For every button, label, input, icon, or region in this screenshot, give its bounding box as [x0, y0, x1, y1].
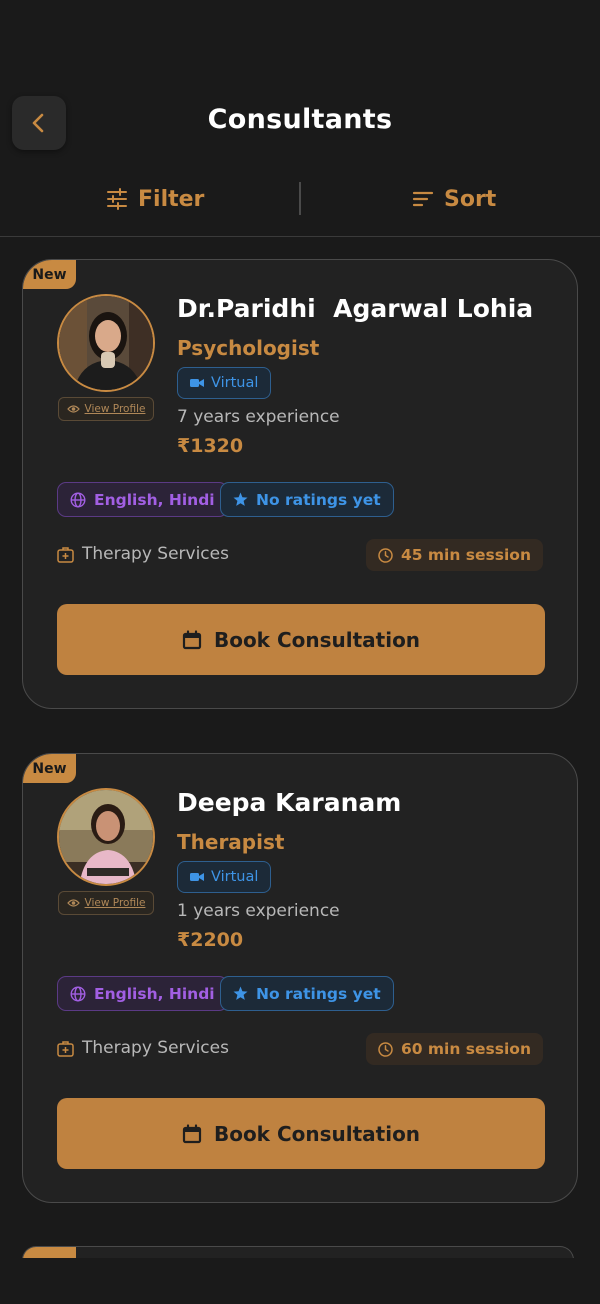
languages-chip: English, Hindi: [57, 976, 228, 1011]
video-camera-icon: [190, 379, 204, 387]
virtual-chip: Virtual: [177, 861, 272, 893]
languages-chip: English, Hindi: [57, 482, 228, 517]
filter-button[interactable]: Filter: [106, 184, 204, 214]
price: ₹2200: [177, 929, 244, 951]
sliders-icon: [107, 188, 127, 210]
consultant-card: New View Profile Dr.Paridhi Agarwal Lohi…: [22, 259, 578, 709]
medical-kit-icon: [57, 1040, 74, 1057]
new-badge: New: [23, 754, 76, 783]
rating-chip: No ratings yet: [220, 482, 394, 517]
star-icon: [233, 492, 248, 506]
page-title: Consultants: [207, 104, 393, 135]
session-chip: 45 min session: [365, 539, 543, 571]
view-profile-label: View Profile: [84, 403, 146, 415]
eye-icon: [66, 899, 80, 907]
rating-chip: No ratings yet: [220, 976, 394, 1011]
experience: 7 years experience: [177, 407, 340, 427]
view-profile-button[interactable]: View Profile: [58, 891, 154, 915]
star-icon: [233, 986, 248, 1000]
service-label: Therapy Services: [82, 544, 229, 564]
book-label: Book Consultation: [213, 627, 421, 652]
calendar-icon: [182, 1123, 202, 1143]
medical-kit-icon: [57, 546, 74, 563]
service-type: Therapy Services: [57, 544, 229, 564]
service-label: Therapy Services: [82, 1038, 229, 1058]
mode-label: Virtual: [211, 375, 259, 391]
sort-label: Sort: [444, 186, 497, 212]
clock-icon: [378, 547, 393, 563]
session-label: 60 min session: [400, 1040, 531, 1058]
calendar-icon: [182, 629, 202, 649]
rating-label: No ratings yet: [256, 984, 381, 1003]
globe-icon: [70, 985, 86, 1002]
consultant-role: Psychologist: [177, 336, 320, 360]
session-chip: 60 min session: [365, 1033, 543, 1065]
mode-label: Virtual: [211, 869, 259, 885]
new-badge: New: [23, 260, 76, 289]
avatar[interactable]: [57, 788, 155, 886]
experience: 1 years experience: [177, 901, 340, 921]
book-consultation-button[interactable]: Book Consultation: [57, 604, 545, 675]
rating-label: No ratings yet: [256, 490, 381, 509]
sort-button[interactable]: Sort: [412, 184, 496, 214]
sort-icon: [412, 191, 434, 207]
book-label: Book Consultation: [213, 1121, 421, 1146]
consultant-role: Therapist: [177, 830, 285, 854]
globe-icon: [70, 491, 86, 508]
consultant-card: New View Profile Deepa Karanam Therapist…: [22, 753, 578, 1203]
header: Consultants: [0, 0, 600, 160]
service-type: Therapy Services: [57, 1038, 229, 1058]
eye-icon: [66, 405, 80, 413]
consultant-name: Dr.Paridhi Agarwal Lohia: [177, 294, 534, 323]
session-label: 45 min session: [400, 546, 531, 564]
avatar[interactable]: [57, 294, 155, 392]
toolbar-divider: [299, 182, 301, 215]
bottom-area: [0, 1258, 600, 1304]
consultant-name: Deepa Karanam: [177, 788, 402, 817]
view-profile-label: View Profile: [84, 897, 146, 909]
video-camera-icon: [190, 873, 204, 881]
filter-label: Filter: [138, 186, 205, 212]
languages-label: English, Hindi: [94, 490, 215, 509]
virtual-chip: Virtual: [177, 367, 272, 399]
price: ₹1320: [177, 435, 244, 457]
clock-icon: [378, 1041, 393, 1057]
languages-label: English, Hindi: [94, 984, 215, 1003]
book-consultation-button[interactable]: Book Consultation: [57, 1098, 545, 1169]
filter-sort-bar: Filter Sort: [0, 160, 600, 237]
view-profile-button[interactable]: View Profile: [58, 397, 154, 421]
